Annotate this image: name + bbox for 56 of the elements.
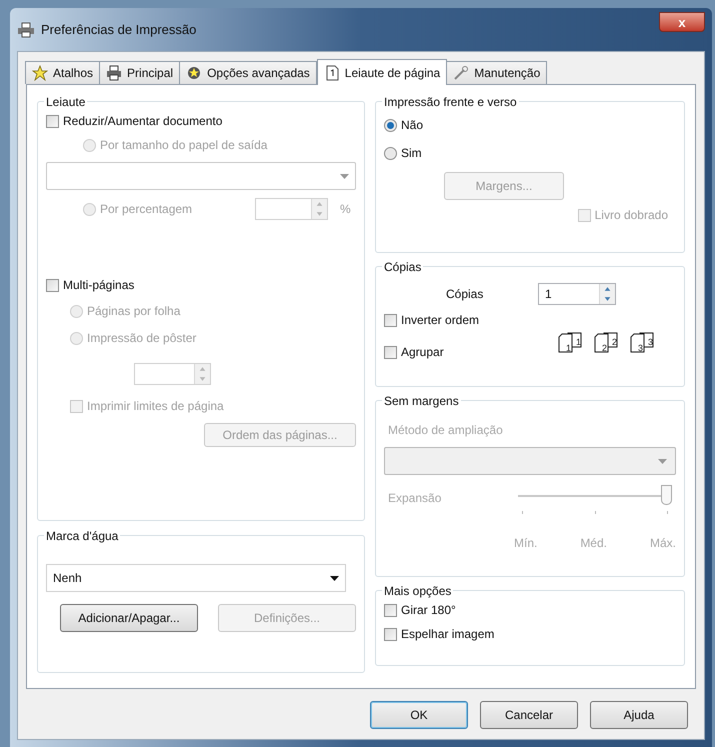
dialog-button[interactable]: Cancelar <box>480 701 578 729</box>
radio-label: Páginas por folha <box>87 303 180 320</box>
checkbox[interactable] <box>384 604 397 616</box>
checkbox[interactable] <box>384 346 397 358</box>
tick-label: Máx. <box>650 535 676 552</box>
window-title: Preferências de Impressão <box>41 21 198 40</box>
percent-unit: % <box>340 201 351 218</box>
method-label: Método de ampliação <box>388 422 504 439</box>
dialog-button[interactable]: Ajuda <box>590 701 688 729</box>
radio-button[interactable] <box>384 146 397 160</box>
checkbox-label: Espelhar imagem <box>401 626 494 643</box>
expansion-label: Expansão <box>388 490 442 507</box>
checkbox-label: Girar 180° <box>401 602 456 619</box>
radio-label: Impressão de pôster <box>87 330 196 347</box>
caret-icon[interactable] <box>330 576 339 580</box>
copies-value: 1 <box>544 286 553 303</box>
spin-field[interactable] <box>255 198 328 220</box>
checkbox[interactable] <box>384 628 397 640</box>
tab[interactable]: Manutenção <box>446 61 548 84</box>
radio-label: Não <box>401 117 424 134</box>
spin-field[interactable]: 1 <box>538 283 616 305</box>
page-icon <box>324 64 340 80</box>
caret-icon <box>340 174 349 178</box>
radio-button[interactable] <box>384 118 397 132</box>
wrench-icon <box>453 65 470 81</box>
tab[interactable]: Atalhos <box>25 61 100 84</box>
checkbox[interactable] <box>46 278 59 292</box>
radio-label: Por tamanho do papel de saída <box>100 137 268 154</box>
spin-field[interactable] <box>134 363 211 385</box>
tick-label: Mín. <box>514 535 538 552</box>
checkbox-label: Inverter ordem <box>401 312 480 329</box>
checkbox-label: Imprimir limites de página <box>87 398 224 415</box>
printer-icon <box>106 65 122 81</box>
caret-icon <box>658 458 667 464</box>
printer-icon <box>17 22 35 38</box>
checkbox-label: Livro dobrado <box>594 207 668 224</box>
dropdown[interactable] <box>46 162 356 190</box>
checkbox[interactable] <box>46 114 59 128</box>
radio-label: Por percentagem <box>100 201 192 218</box>
slider-thumb[interactable] <box>661 485 672 505</box>
tick-label: Méd. <box>580 535 607 552</box>
watermark-value: Nenh <box>53 570 82 587</box>
close-button[interactable]: x <box>659 12 705 32</box>
copies-label: Cópias <box>446 286 484 303</box>
checkbox-label: Multi-páginas <box>63 277 134 294</box>
dialog-button[interactable]: OK <box>370 701 468 729</box>
tab[interactable]: Opções avançadas <box>179 61 317 84</box>
tab[interactable]: Principal <box>99 61 180 84</box>
dialog-button[interactable]: Adicionar/Apagar... <box>60 604 198 632</box>
tab[interactable]: Leiaute de página <box>316 59 448 85</box>
star-icon <box>32 65 48 81</box>
checkbox-label: Agrupar <box>401 344 444 361</box>
checkbox[interactable] <box>384 314 397 326</box>
dropdown[interactable] <box>384 447 676 475</box>
checkbox-label: Reduzir/Aumentar documento <box>63 113 222 130</box>
radio-label: Sim <box>401 145 422 162</box>
